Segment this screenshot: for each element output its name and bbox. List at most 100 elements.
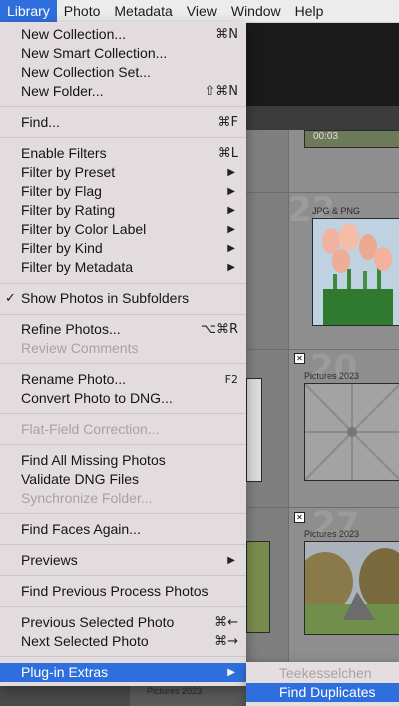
photo-thumbnail-tulips[interactable] xyxy=(312,218,399,326)
menubar-view[interactable]: View xyxy=(180,0,224,22)
folder-label: JPG & PNG xyxy=(312,206,361,216)
shortcut-label: ⇧⌘N xyxy=(204,84,238,99)
menu-item-label: Filter by Preset xyxy=(21,164,116,180)
menu-item-find[interactable]: Find... ⌘F xyxy=(0,113,246,132)
menu-item-validate-dng-files[interactable]: Validate DNG Files xyxy=(0,470,246,489)
reject-flag-icon[interactable]: ✕ xyxy=(294,512,305,523)
menu-item-show-photos-in-subfolders[interactable]: ✓ Show Photos in Subfolders xyxy=(0,289,246,308)
menu-item-filter-by-rating[interactable]: Filter by Rating ▶ xyxy=(0,201,246,220)
menu-item-previews[interactable]: Previews ▶ xyxy=(0,551,246,570)
menu-item-label: Synchronize Folder... xyxy=(21,490,153,506)
menubar-help[interactable]: Help xyxy=(288,0,331,22)
menu-item-flat-field-correction: Flat-Field Correction... xyxy=(0,420,246,439)
menu-item-label: Filter by Flag xyxy=(21,183,102,199)
shortcut-label: ⌘F xyxy=(217,115,238,130)
menu-item-label: Filter by Rating xyxy=(21,202,116,218)
menu-item-label: Previous Selected Photo xyxy=(21,614,175,630)
submenu-item-find-duplicates[interactable]: Find Duplicates xyxy=(246,683,399,702)
submenu-arrow-icon: ▶ xyxy=(227,186,235,197)
submenu-item-label: Find Duplicates xyxy=(279,684,376,700)
menu-item-label: Flat-Field Correction... xyxy=(21,421,160,437)
menubar-library[interactable]: Library xyxy=(0,0,57,22)
photo-thumbnail-partial[interactable] xyxy=(246,541,270,633)
folder-label: Pictures 2023 xyxy=(304,529,360,539)
shortcut-label: F2 xyxy=(224,373,238,386)
menu-separator xyxy=(0,137,246,138)
photo-thumbnail-ceiling[interactable] xyxy=(304,383,399,481)
menubar-metadata[interactable]: Metadata xyxy=(107,0,179,22)
menu-item-label: Refine Photos... xyxy=(21,321,121,337)
menu-item-label: Rename Photo... xyxy=(21,371,127,387)
menu-item-label: Review Comments xyxy=(21,340,139,356)
menu-separator xyxy=(0,575,246,576)
menu-item-label: Find Faces Again... xyxy=(21,521,141,537)
menu-item-new-folder[interactable]: New Folder... ⇧⌘N xyxy=(0,82,246,101)
submenu-arrow-icon: ▶ xyxy=(227,262,235,273)
submenu-arrow-icon: ▶ xyxy=(227,224,235,235)
toolbar-dark-area xyxy=(246,22,399,106)
menu-item-find-previous-process-photos[interactable]: Find Previous Process Photos xyxy=(0,582,246,601)
menu-item-find-faces-again[interactable]: Find Faces Again... xyxy=(0,520,246,539)
park-image xyxy=(305,542,399,634)
menu-item-filter-by-kind[interactable]: Filter by Kind ▶ xyxy=(0,239,246,258)
menu-item-refine-photos[interactable]: Refine Photos... ⌥⌘R xyxy=(0,320,246,339)
menubar-photo[interactable]: Photo xyxy=(57,0,108,22)
menu-separator xyxy=(0,656,246,657)
menu-separator xyxy=(0,513,246,514)
menu-item-new-collection-set[interactable]: New Collection Set... xyxy=(0,63,246,82)
menu-separator xyxy=(0,544,246,545)
menu-item-label: Filter by Kind xyxy=(21,240,103,256)
menu-separator xyxy=(0,283,246,284)
grid-bottom-strip: Pictures 2023 xyxy=(130,686,246,706)
menu-item-label: Find... xyxy=(21,114,60,130)
menu-separator xyxy=(0,314,246,315)
menu-separator xyxy=(0,106,246,107)
menu-item-find-all-missing-photos[interactable]: Find All Missing Photos xyxy=(0,451,246,470)
submenu-item-teekesselchen: Teekesselchen xyxy=(246,664,399,683)
menu-item-synchronize-folder: Synchronize Folder... xyxy=(0,489,246,508)
shortcut-label: ⌘← xyxy=(214,615,238,630)
menu-item-label: Previews xyxy=(21,552,78,568)
vaulted-ceiling-image xyxy=(304,383,399,481)
menu-item-enable-filters[interactable]: Enable Filters ⌘L xyxy=(0,144,246,163)
menu-separator xyxy=(0,413,246,414)
menu-separator xyxy=(0,606,246,607)
reject-flag-icon[interactable]: ✕ xyxy=(294,353,305,364)
submenu-item-label: Teekesselchen xyxy=(279,665,372,681)
photo-thumbnail[interactable]: 00:03 xyxy=(304,130,399,148)
menu-item-label: Show Photos in Subfolders xyxy=(21,290,190,306)
menu-item-label: Enable Filters xyxy=(21,145,107,161)
photo-thumbnail-partial[interactable] xyxy=(246,378,262,482)
menu-item-new-smart-collection[interactable]: New Smart Collection... xyxy=(0,44,246,63)
shortcut-label: ⌘→ xyxy=(214,634,238,649)
submenu-arrow-icon: ▶ xyxy=(227,167,235,178)
menu-item-rename-photo[interactable]: Rename Photo... F2 xyxy=(0,370,246,389)
menu-item-plug-in-extras[interactable]: Plug-in Extras ▶ xyxy=(0,663,246,682)
menu-item-previous-selected-photo[interactable]: Previous Selected Photo ⌘← xyxy=(0,613,246,632)
menubar-window[interactable]: Window xyxy=(224,0,288,22)
menu-item-filter-by-preset[interactable]: Filter by Preset ▶ xyxy=(0,163,246,182)
menu-item-label: New Folder... xyxy=(21,83,104,99)
submenu-arrow-icon: ▶ xyxy=(227,243,235,254)
tulips-image xyxy=(313,219,399,325)
menu-item-filter-by-metadata[interactable]: Filter by Metadata ▶ xyxy=(0,258,246,277)
menu-item-new-collection[interactable]: New Collection... ⌘N xyxy=(0,25,246,44)
submenu-arrow-icon: ▶ xyxy=(227,205,235,216)
plug-in-extras-submenu: Teekesselchen Find Duplicates xyxy=(246,662,399,706)
menu-item-convert-photo-to-dng[interactable]: Convert Photo to DNG... xyxy=(0,389,246,408)
library-menu: New Collection... ⌘N New Smart Collectio… xyxy=(0,22,246,686)
timecode-label: 00:03 xyxy=(313,131,339,142)
menu-item-label: New Collection... xyxy=(21,26,127,42)
checkmark-icon: ✓ xyxy=(5,291,16,306)
menu-item-next-selected-photo[interactable]: Next Selected Photo ⌘→ xyxy=(0,632,246,651)
menu-separator xyxy=(0,444,246,445)
menu-item-filter-by-color-label[interactable]: Filter by Color Label ▶ xyxy=(0,220,246,239)
menu-item-label: Filter by Metadata xyxy=(21,259,134,275)
menu-item-review-comments: Review Comments xyxy=(0,339,246,358)
shortcut-label: ⌘L xyxy=(217,146,238,161)
menu-item-label: Next Selected Photo xyxy=(21,633,149,649)
photo-thumbnail-park[interactable] xyxy=(304,541,399,635)
menu-item-filter-by-flag[interactable]: Filter by Flag ▶ xyxy=(0,182,246,201)
folder-label: Pictures 2023 xyxy=(304,371,360,381)
menu-item-label: New Smart Collection... xyxy=(21,45,168,61)
